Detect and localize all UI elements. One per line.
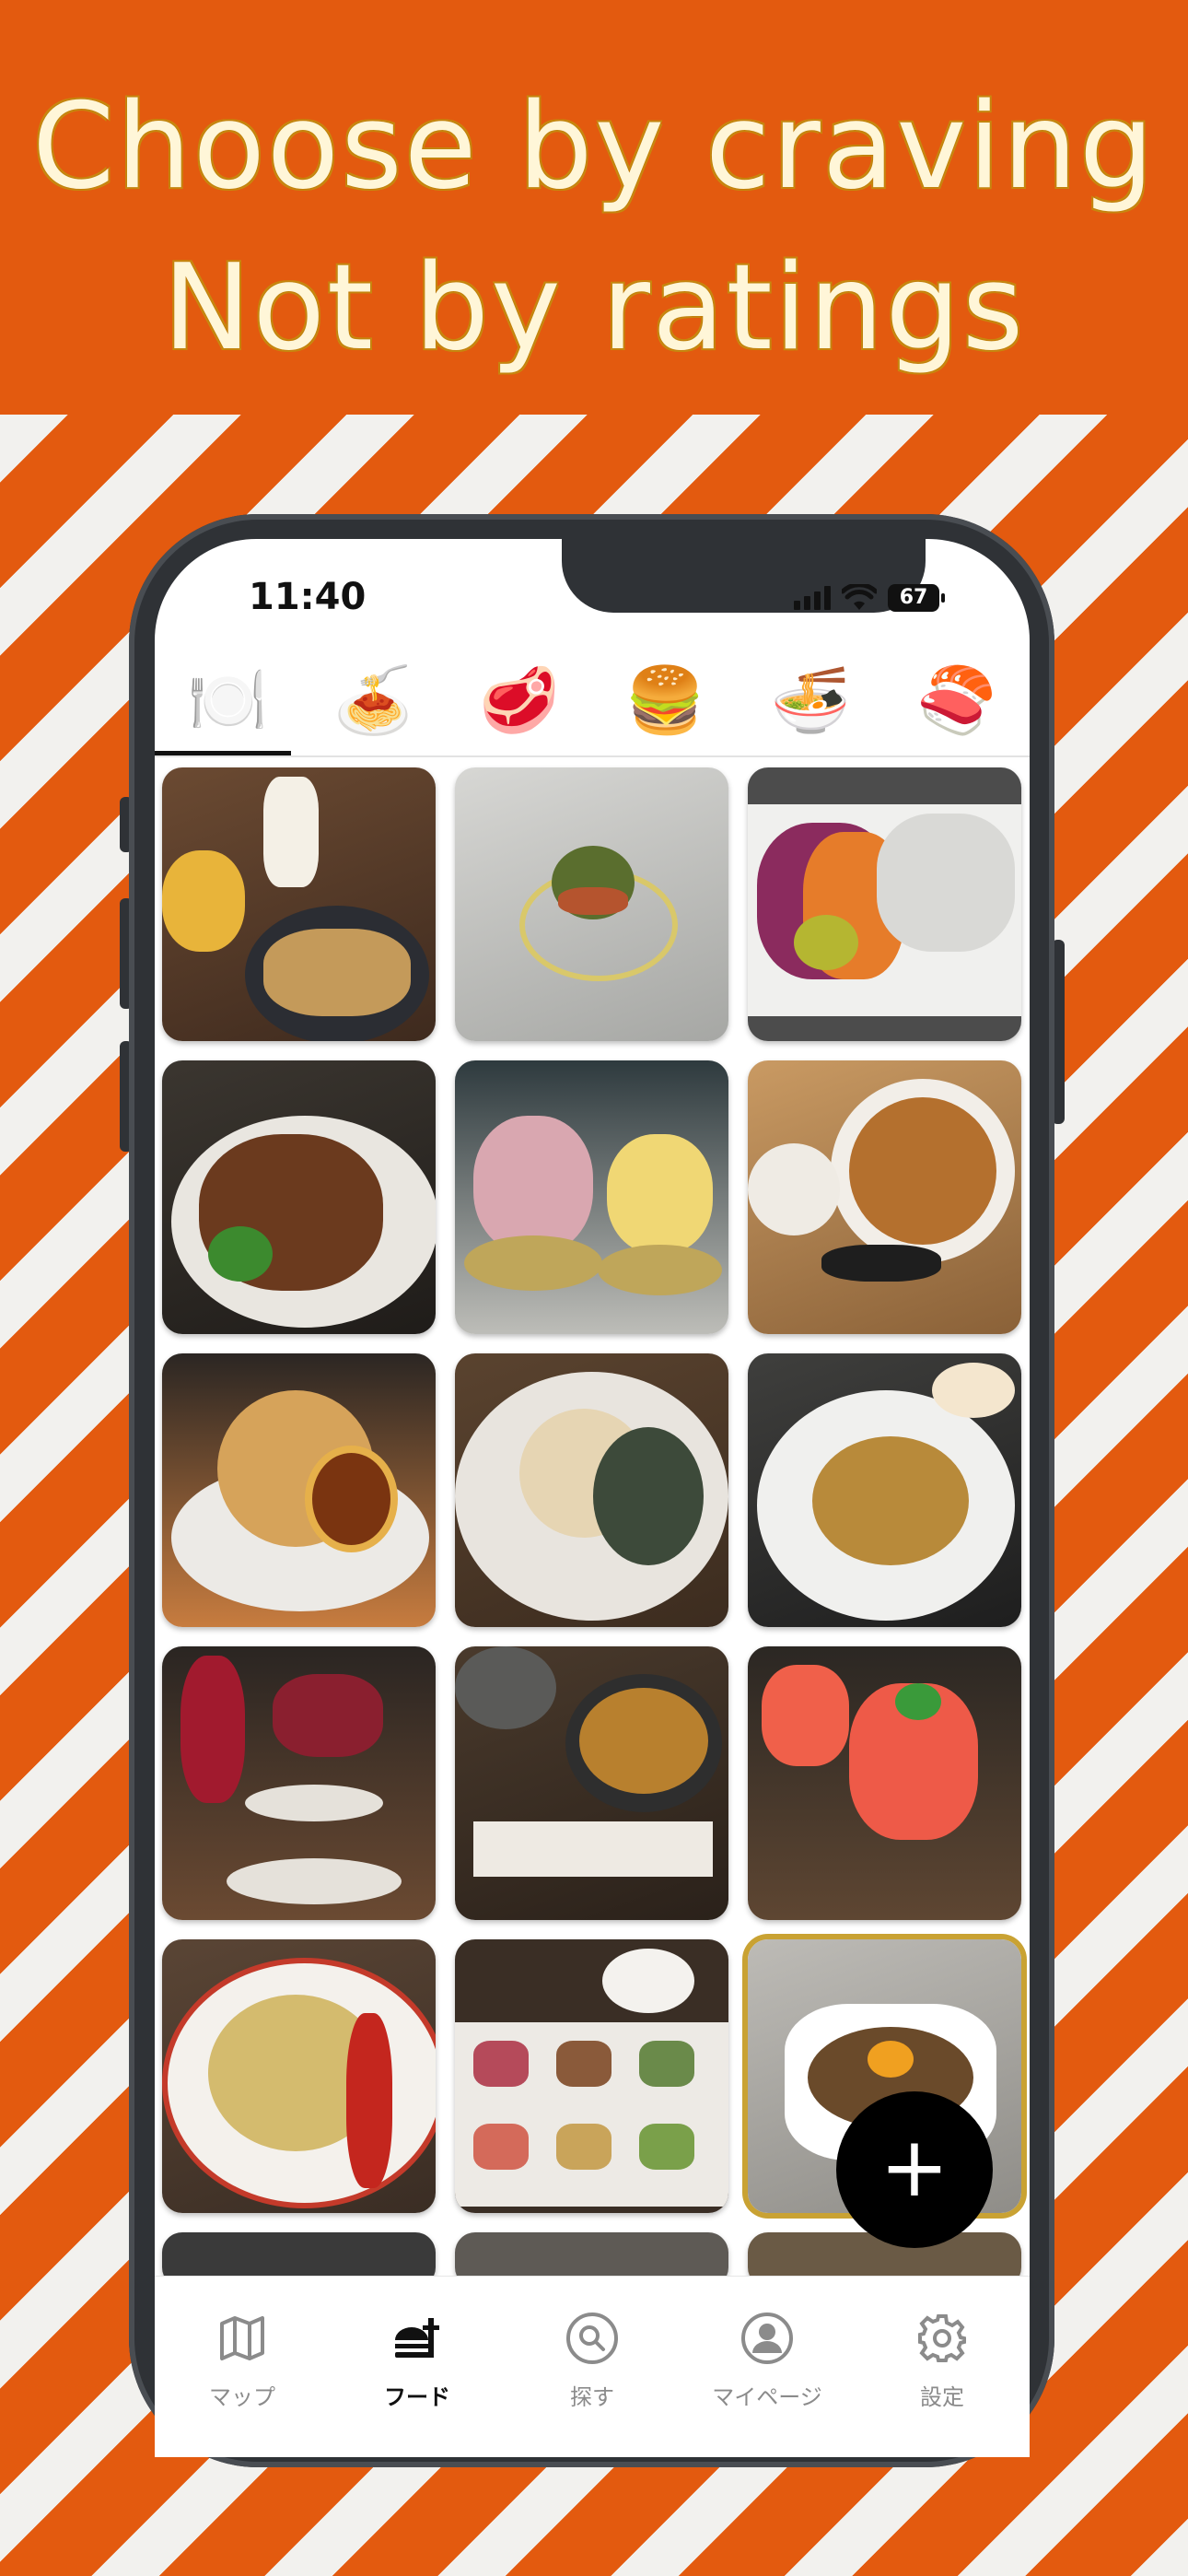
add-post-button[interactable]: + (836, 2091, 993, 2248)
map-icon (213, 2309, 272, 2368)
food-icon (388, 2309, 447, 2368)
category-tab-ramen[interactable]: 🍜 (738, 650, 883, 751)
food-photo-tile[interactable] (162, 1646, 436, 1920)
tab-label: 設定 (920, 2384, 964, 2410)
status-icons: 67 (794, 580, 945, 616)
food-photo-tile[interactable] (455, 1060, 728, 1334)
wifi-icon (842, 584, 877, 610)
food-photo-tile[interactable] (455, 1353, 728, 1627)
plate-cutlery-icon: 🍽️ (187, 662, 268, 738)
search-icon (563, 2309, 622, 2368)
tab-mypage[interactable]: マイページ (680, 2277, 855, 2457)
category-tab-pasta[interactable]: 🍝 (300, 650, 446, 751)
ramen-bowl-icon: 🍜 (770, 662, 852, 738)
food-photo-tile[interactable] (748, 1060, 1021, 1334)
bottom-tab-bar: マップ フード 探す マイページ 設定 (155, 2276, 1030, 2457)
food-photo-tile[interactable] (455, 767, 728, 1041)
food-photo-tile[interactable] (455, 1939, 728, 2213)
tab-label: マップ (209, 2384, 275, 2410)
tab-settings[interactable]: 設定 (855, 2277, 1030, 2457)
hamburger-icon: 🍔 (624, 662, 705, 738)
signal-icon (794, 586, 831, 610)
promo-headline-line1: Choose by craving (31, 78, 1157, 216)
food-photo-tile[interactable] (162, 767, 436, 1041)
category-tab-sushi[interactable]: 🍣 (884, 650, 1030, 751)
category-divider (155, 755, 1030, 757)
category-tab-burger[interactable]: 🍔 (592, 650, 738, 751)
category-tabs: 🍽️ 🍝 🥩 🍔 🍜 🍣 (155, 650, 1030, 751)
tab-label: 探す (570, 2384, 614, 2410)
steak-icon: 🥩 (479, 662, 560, 738)
tab-label: マイページ (712, 2384, 822, 2410)
tab-food[interactable]: フード (330, 2277, 505, 2457)
category-tab-all[interactable]: 🍽️ (155, 650, 300, 751)
food-photo-tile[interactable] (162, 1060, 436, 1334)
app-screen: 11:40 67 🍽️ 🍝 🥩 🍔 🍜 🍣 + マップ フード 探す マイページ… (155, 539, 1030, 2457)
sushi-icon: 🍣 (916, 662, 997, 738)
food-photo-tile[interactable] (162, 1353, 436, 1627)
food-photo-tile[interactable] (748, 1353, 1021, 1627)
food-photo-tile[interactable] (748, 1646, 1021, 1920)
food-photo-tile[interactable] (455, 1646, 728, 1920)
category-tab-meat[interactable]: 🥩 (447, 650, 592, 751)
food-photo-tile[interactable] (162, 1939, 436, 2213)
tab-label: フード (384, 2384, 450, 2410)
status-time: 11:40 (249, 576, 367, 618)
spaghetti-icon: 🍝 (332, 662, 414, 738)
profile-icon (738, 2309, 797, 2368)
promo-headline-line2: Not by ratings (162, 240, 1026, 377)
gear-icon (913, 2309, 972, 2368)
tab-search[interactable]: 探す (505, 2277, 680, 2457)
tab-map[interactable]: マップ (155, 2277, 330, 2457)
battery-icon: 67 (888, 584, 945, 612)
food-photo-tile[interactable] (748, 767, 1021, 1041)
